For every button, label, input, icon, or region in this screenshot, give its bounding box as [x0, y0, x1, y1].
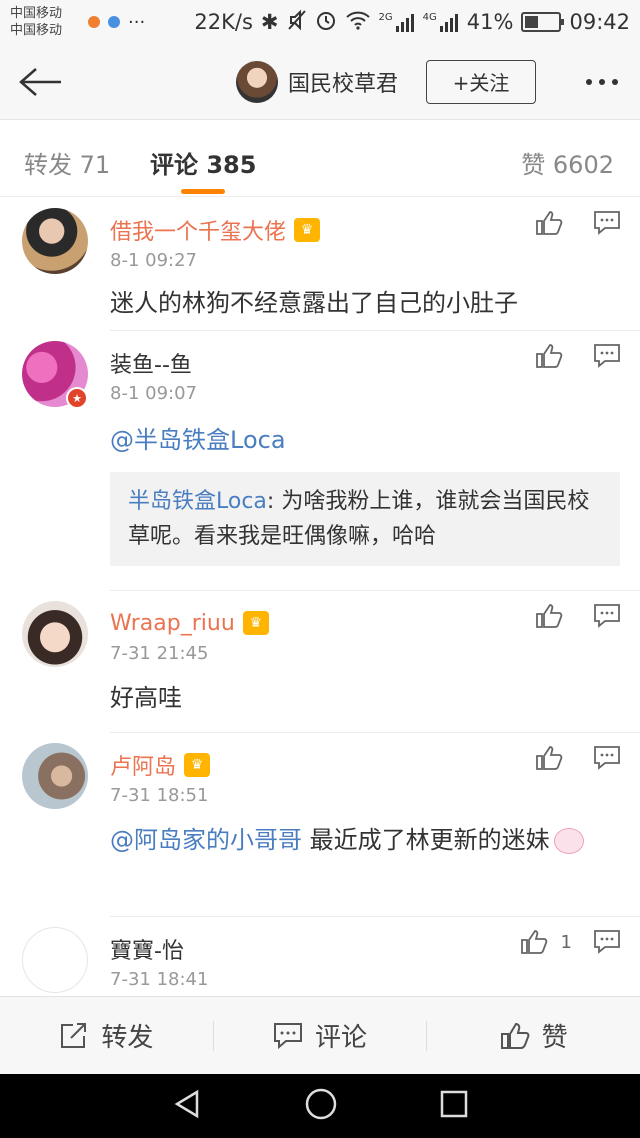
comment-item: 借我一个千玺大佬 ♛ 8-1 09:27 迷人的林狗不经意露出了自己的小肚子	[22, 198, 640, 331]
comment-time: 7-31 18:41	[110, 969, 209, 990]
vip-crown-icon: ♛	[294, 218, 321, 242]
like-thumb-icon[interactable]	[534, 208, 564, 238]
bottom-toolbar: 转发 评论 赞	[0, 996, 640, 1074]
carrier-2: 中国移动	[10, 23, 63, 38]
comment-button[interactable]: 评论	[214, 997, 427, 1074]
nav-home-icon[interactable]	[304, 1087, 338, 1125]
like-icon	[500, 1022, 530, 1049]
nav-back-icon[interactable]	[171, 1088, 203, 1124]
more-dot-icon	[612, 78, 618, 85]
comment-icon	[274, 1022, 302, 1049]
more-dot-icon	[599, 78, 605, 85]
signal-2g-icon: 2G	[379, 12, 415, 32]
commenter-name[interactable]: Wraap_riuu	[110, 611, 235, 636]
mention-link[interactable]: @阿岛家的小哥哥	[110, 826, 302, 854]
comment-text: 迷人的林狗不经意露出了自己的小肚子	[110, 289, 518, 317]
comment-list[interactable]: 借我一个千玺大佬 ♛ 8-1 09:27 迷人的林狗不经意露出了自己的小肚子 ★…	[0, 198, 640, 996]
clock: 09:42	[569, 10, 630, 34]
comment-text: 好高哇	[110, 684, 182, 712]
bunny-emoji-icon	[553, 828, 584, 854]
wifi-icon	[345, 10, 371, 35]
comment-time: 7-31 18:51	[110, 785, 209, 806]
comment-item: ★ 装鱼--鱼 8-1 09:07 @半岛铁盒Loca 半岛铁盒Loca: 为啥…	[22, 331, 640, 591]
vip-crown-icon: ♛	[242, 611, 269, 635]
like-thumb-icon[interactable]	[534, 341, 564, 371]
tab-repost[interactable]: 转发 71	[24, 145, 110, 180]
like-count: 1	[560, 931, 572, 953]
reply-bubble-icon[interactable]	[592, 601, 622, 631]
comment-item: 寶寶-怡 7-31 18:41 1	[22, 917, 640, 996]
system-navigation-bar	[0, 1074, 640, 1138]
commenter-name[interactable]: 装鱼--鱼	[110, 347, 192, 379]
commenter-name[interactable]: 卢阿岛	[110, 749, 176, 781]
comment-actions: 1	[519, 927, 622, 957]
like-label: 赞	[541, 1023, 568, 1053]
commenter-avatar[interactable]	[22, 927, 88, 993]
commenter-avatar[interactable]	[22, 208, 88, 274]
signal-4g-icon: 4G	[423, 12, 459, 32]
network-speed: 22K/s	[194, 10, 253, 34]
comment-time: 8-1 09:07	[110, 383, 197, 404]
avatar-badge-icon: ★	[66, 387, 88, 409]
app-notification-icon	[108, 16, 120, 28]
author-title[interactable]: 国民校草君	[288, 66, 398, 98]
battery-icon	[521, 12, 565, 32]
comment-text: @阿岛家的小哥哥 最近成了林更新的迷妹	[110, 806, 640, 872]
like-thumb-icon[interactable]	[534, 601, 564, 631]
comment-text: @半岛铁盒Loca	[110, 404, 640, 472]
carrier-info: 中国移动 中国移动	[10, 5, 80, 39]
commenter-avatar[interactable]	[22, 601, 88, 667]
like-button[interactable]: 赞	[427, 997, 640, 1074]
comment-actions	[534, 743, 622, 773]
comment-item: 卢阿岛 ♛ 7-31 18:51 @阿岛家的小哥哥 最近成了林更新的迷妹	[22, 733, 640, 917]
quoted-comment[interactable]: 半岛铁盒Loca: 为啥我粉上谁，谁就会当国民校草呢。看来我是旺偶像嘛，哈哈	[110, 472, 620, 566]
commenter-name[interactable]: 借我一个千玺大佬	[110, 214, 286, 246]
like-thumb-icon[interactable]	[519, 927, 549, 957]
alarm-icon	[315, 9, 337, 36]
tab-comments[interactable]: 评论 385	[150, 145, 256, 180]
more-dot-icon	[586, 78, 592, 85]
tab-likes[interactable]: 赞 6602	[521, 145, 614, 180]
weibo-notification-icon	[88, 16, 100, 28]
status-bar: 中国移动 中国移动 ··· 22K/s ✱ 2G 4G 41% 09:42	[0, 0, 640, 44]
vip-crown-icon: ♛	[184, 753, 211, 777]
commenter-name[interactable]: 寶寶-怡	[110, 933, 184, 965]
reply-bubble-icon[interactable]	[592, 743, 622, 773]
more-options-button[interactable]	[586, 78, 618, 85]
quote-author-link[interactable]: 半岛铁盒Loca	[128, 489, 267, 514]
comment-actions	[534, 341, 622, 371]
repost-icon	[61, 1022, 87, 1048]
back-arrow-icon	[19, 67, 61, 96]
repost-button[interactable]: 转发	[0, 997, 213, 1074]
active-tab-indicator	[181, 189, 225, 194]
comment-label: 评论	[315, 1023, 368, 1053]
bluetooth-icon: ✱	[260, 10, 279, 34]
mute-icon	[287, 9, 307, 36]
carrier-1: 中国移动	[10, 6, 63, 21]
comment-actions	[534, 601, 622, 631]
nav-recents-icon[interactable]	[439, 1089, 469, 1123]
like-thumb-icon[interactable]	[534, 743, 564, 773]
detail-tabs: 转发 71 评论 385 赞 6602	[0, 121, 640, 197]
mention-link[interactable]: @半岛铁盒Loca	[110, 426, 286, 454]
reply-bubble-icon[interactable]	[592, 927, 622, 957]
comment-body: 最近成了林更新的迷妹	[302, 826, 550, 854]
top-bar: 国民校草君 +关注	[0, 44, 640, 120]
comment-actions	[534, 208, 622, 238]
follow-button[interactable]: +关注	[426, 59, 537, 104]
author-avatar[interactable]	[236, 60, 278, 103]
battery-percent: 41%	[466, 10, 514, 34]
reply-bubble-icon[interactable]	[592, 208, 622, 238]
comment-time: 7-31 21:45	[110, 643, 209, 664]
comment-item: Wraap_riuu ♛ 7-31 21:45 好高哇	[22, 591, 640, 733]
commenter-avatar[interactable]	[22, 743, 88, 809]
comment-time: 8-1 09:27	[110, 250, 197, 271]
back-button[interactable]	[0, 44, 80, 120]
more-notifications-icon: ···	[128, 11, 146, 33]
repost-label: 转发	[101, 1023, 154, 1053]
reply-bubble-icon[interactable]	[592, 341, 622, 371]
